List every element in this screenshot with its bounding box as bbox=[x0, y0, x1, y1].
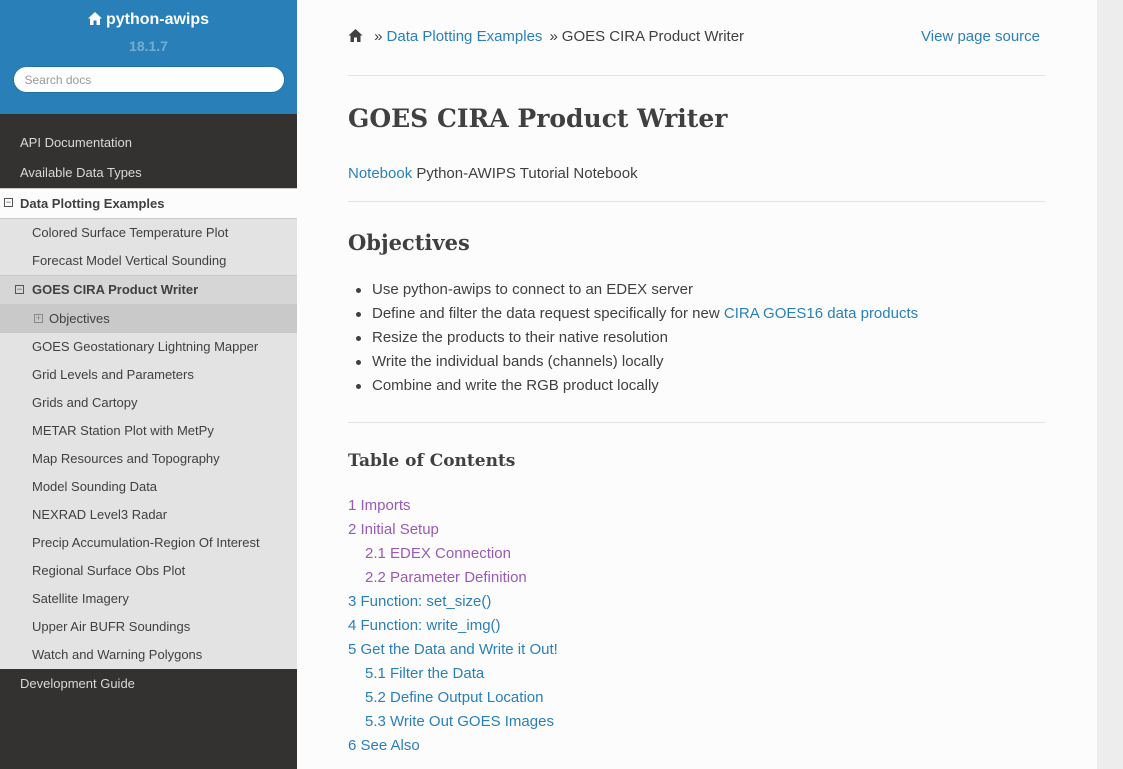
sidebar-example-item[interactable]: Colored Surface Temperature Plot bbox=[0, 219, 297, 247]
divider bbox=[348, 75, 1045, 76]
sidebar-item-available-data-types[interactable]: Available Data Types bbox=[0, 158, 297, 188]
sidebar-header: python-awips 18.1.7 bbox=[0, 0, 297, 114]
search-input[interactable] bbox=[12, 66, 285, 93]
collapse-toggle-icon[interactable]: − bbox=[4, 198, 13, 207]
sidebar-item-label: Precip Accumulation-Region Of Interest bbox=[32, 535, 260, 550]
toc-link[interactable]: 1 Imports bbox=[348, 494, 1045, 518]
objectives-heading: Objectives bbox=[348, 230, 470, 255]
breadcrumb-separator: » bbox=[549, 28, 558, 45]
notebook-link[interactable]: Notebook bbox=[348, 165, 412, 182]
breadcrumb-current: GOES CIRA Product Writer bbox=[561, 28, 745, 45]
objective-item: Write the individual bands (channels) lo… bbox=[348, 350, 1045, 374]
divider bbox=[348, 201, 1045, 202]
right-gutter bbox=[1097, 0, 1123, 769]
objectives-list: Use python-awips to connect to an EDEX s… bbox=[348, 278, 1045, 398]
breadcrumb: » Data Plotting Examples» GOES CIRA Produc… bbox=[348, 0, 1045, 75]
sidebar-item-label: API Documentation bbox=[20, 135, 133, 150]
toc-link[interactable]: 5 Get the Data and Write it Out! bbox=[348, 638, 1045, 662]
sidebar-item-label: GOES CIRA Product Writer bbox=[32, 282, 199, 297]
sidebar-item-label: Development Guide bbox=[20, 676, 135, 691]
sidebar-item-label: GOES Geostationary Lightning Mapper bbox=[32, 339, 259, 354]
toc-link[interactable]: 3 Function: set_size() bbox=[348, 590, 1045, 614]
objective-text: Write the individual bands (channels) lo… bbox=[372, 353, 664, 370]
breadcrumb-separator: » bbox=[374, 28, 383, 45]
objective-item: Define and filter the data request speci… bbox=[348, 302, 1045, 326]
sidebar-example-item[interactable]: Watch and Warning Polygons bbox=[0, 641, 297, 669]
objective-text: Define and filter the data request speci… bbox=[372, 305, 724, 322]
sidebar-item-label: METAR Station Plot with MetPy bbox=[32, 423, 214, 438]
home-icon bbox=[348, 29, 363, 42]
notebook-line: Notebook Python-AWIPS Tutorial Notebook bbox=[348, 165, 1045, 201]
objective-item: Combine and write the RGB product locall… bbox=[348, 374, 1045, 398]
table-of-contents: 1 Imports 2 Initial Setup 2.1 EDEX Conne… bbox=[348, 494, 1045, 758]
sidebar-item-label: Forecast Model Vertical Sounding bbox=[32, 253, 227, 268]
home-icon bbox=[87, 12, 102, 25]
project-name: python-awips bbox=[105, 11, 210, 28]
sidebar-item-label: Map Resources and Topography bbox=[32, 451, 220, 466]
sidebar-item-label: Upper Air BUFR Soundings bbox=[32, 619, 191, 634]
sidebar-item-label: Regional Surface Obs Plot bbox=[32, 563, 186, 578]
toc-link[interactable]: 4 Function: write_img() bbox=[348, 614, 1045, 638]
sidebar-item-label: Colored Surface Temperature Plot bbox=[32, 225, 229, 240]
toc-link[interactable]: 5.1 Filter the Data bbox=[348, 662, 1045, 686]
objective-item: Resize the products to their native reso… bbox=[348, 326, 1045, 350]
sidebar-example-item[interactable]: Satellite Imagery bbox=[0, 585, 297, 613]
breadcrumb-home-link[interactable] bbox=[348, 28, 367, 45]
sidebar-item-label: NEXRAD Level3 Radar bbox=[32, 507, 168, 522]
sidebar-example-item[interactable]: Grids and Cartopy bbox=[0, 389, 297, 417]
sidebar-item-api-documentation[interactable]: API Documentation bbox=[0, 128, 297, 158]
sidebar-example-item[interactable]: Grid Levels and Parameters bbox=[0, 361, 297, 389]
divider bbox=[348, 422, 1045, 423]
sidebar-example-item[interactable]: GOES Geostationary Lightning Mapper bbox=[0, 333, 297, 361]
sidebar-item-development-guide[interactable]: Development Guide bbox=[0, 669, 297, 699]
toc-link[interactable]: 2.1 EDEX Connection bbox=[348, 542, 1045, 566]
notebook-description: Python-AWIPS Tutorial Notebook bbox=[416, 165, 638, 182]
sidebar-item-label: Grid Levels and Parameters bbox=[32, 367, 194, 382]
sidebar-example-item[interactable]: Upper Air BUFR Soundings bbox=[0, 613, 297, 641]
toc-link[interactable]: 2.2 Parameter Definition bbox=[348, 566, 1045, 590]
sidebar-example-item[interactable]: Precip Accumulation-Region Of Interest bbox=[0, 529, 297, 557]
objective-text: Use python-awips to connect to an EDEX s… bbox=[372, 281, 693, 298]
toc-link[interactable]: 2 Initial Setup bbox=[348, 518, 1045, 542]
sidebar-item-goes-cira-product-writer[interactable]: − GOES CIRA Product Writer bbox=[0, 275, 297, 305]
sidebar-item-label: Model Sounding Data bbox=[32, 479, 158, 494]
sidebar-example-item[interactable]: NEXRAD Level3 Radar bbox=[0, 501, 297, 529]
breadcrumb-parent-link[interactable]: Data Plotting Examples bbox=[387, 28, 543, 45]
sidebar-item-label: Objectives bbox=[49, 311, 110, 326]
toc-link[interactable]: 6 See Also bbox=[348, 734, 1045, 758]
sidebar-example-item[interactable]: Regional Surface Obs Plot bbox=[0, 557, 297, 585]
sidebar-nav: API Documentation Available Data Types −… bbox=[0, 128, 297, 699]
toc-link[interactable]: 5.3 Write Out GOES Images bbox=[348, 710, 1045, 734]
cira-goes16-link[interactable]: CIRA GOES16 data products bbox=[724, 305, 918, 322]
sidebar-example-item[interactable]: METAR Station Plot with MetPy bbox=[0, 417, 297, 445]
examples-list: Colored Surface Temperature Plot Forecas… bbox=[0, 219, 297, 669]
toc-heading: Table of Contents bbox=[348, 451, 516, 471]
version-label: 18.1.7 bbox=[129, 38, 168, 54]
sidebar-item-label: Watch and Warning Polygons bbox=[32, 647, 203, 662]
collapse-toggle-icon[interactable]: − bbox=[15, 285, 24, 294]
sidebar-example-item[interactable]: Map Resources and Topography bbox=[0, 445, 297, 473]
sidebar-item-data-plotting-examples[interactable]: − Data Plotting Examples bbox=[0, 188, 297, 219]
sidebar-example-item[interactable]: Model Sounding Data bbox=[0, 473, 297, 501]
sidebar: python-awips 18.1.7 API Documentation Av… bbox=[0, 0, 297, 769]
objective-text: Resize the products to their native reso… bbox=[372, 329, 668, 346]
document-content: » Data Plotting Examples» GOES CIRA Produc… bbox=[348, 0, 1045, 758]
toc-link[interactable]: 5.2 Define Output Location bbox=[348, 686, 1045, 710]
main-content-area: » Data Plotting Examples» GOES CIRA Produc… bbox=[297, 0, 1097, 769]
sidebar-item-objectives[interactable]: + Objectives bbox=[0, 305, 297, 333]
expand-toggle-icon[interactable]: + bbox=[34, 314, 43, 323]
sidebar-item-label: Data Plotting Examples bbox=[20, 196, 165, 211]
objective-item: Use python-awips to connect to an EDEX s… bbox=[348, 278, 1045, 302]
sidebar-item-label: Available Data Types bbox=[20, 165, 142, 180]
sidebar-item-label: Satellite Imagery bbox=[32, 591, 129, 606]
project-home-link[interactable]: python-awips bbox=[87, 11, 210, 29]
breadcrumb-trail: » Data Plotting Examples» GOES CIRA Produc… bbox=[348, 28, 744, 45]
page-title: GOES CIRA Product Writer bbox=[348, 104, 728, 133]
sidebar-item-label: Grids and Cartopy bbox=[32, 395, 138, 410]
view-page-source-link[interactable]: View page source bbox=[921, 28, 1040, 45]
objective-text: Combine and write the RGB product locall… bbox=[372, 377, 659, 394]
sidebar-example-item[interactable]: Forecast Model Vertical Sounding bbox=[0, 247, 297, 275]
